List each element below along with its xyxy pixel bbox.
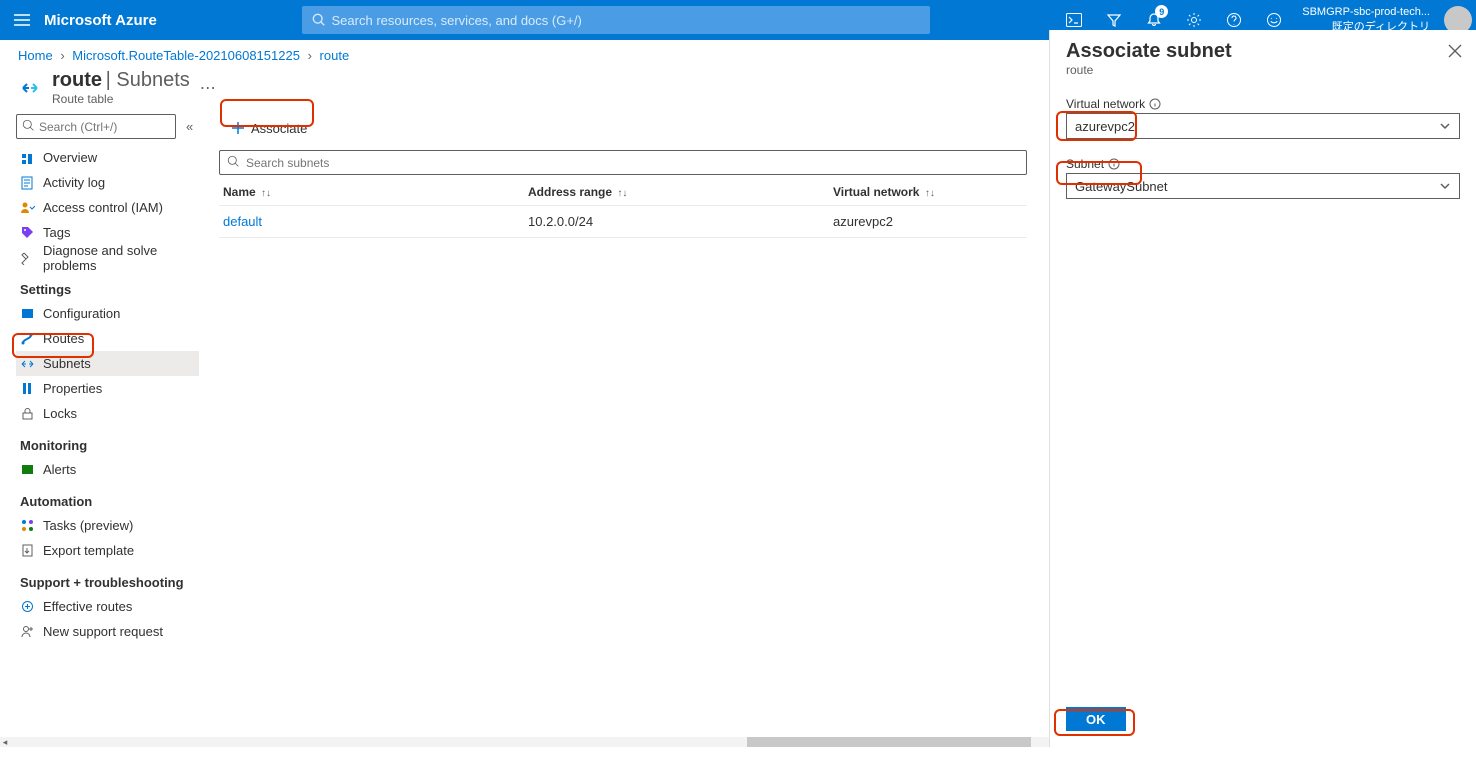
info-icon[interactable]: [1108, 158, 1120, 170]
menu-button[interactable]: [0, 0, 44, 40]
sidebar-item-tasks[interactable]: Tasks (preview): [16, 513, 199, 538]
sidebar-item-new-support[interactable]: New support request: [16, 619, 199, 644]
subnet-value: GatewaySubnet: [1075, 179, 1168, 194]
panel-title: Associate subnet: [1066, 40, 1460, 63]
sidebar-item-locks[interactable]: Locks: [16, 401, 199, 426]
close-icon: [1448, 44, 1462, 58]
global-search[interactable]: [302, 6, 930, 34]
sidebar-item-subnets[interactable]: Subnets: [16, 351, 199, 376]
bc-routetable[interactable]: Microsoft.RouteTable-20210608151225: [72, 48, 300, 63]
panel-subtitle: route: [1066, 63, 1460, 77]
sidebar-item-alerts[interactable]: Alerts: [16, 457, 199, 482]
vn-label: Virtual network: [1066, 97, 1145, 111]
sidebar-item-effective-routes[interactable]: Effective routes: [16, 594, 199, 619]
info-icon[interactable]: [1149, 98, 1161, 110]
sidebar-search-input[interactable]: [16, 114, 176, 139]
sidebar-item-routes[interactable]: Routes: [16, 326, 199, 351]
scroll-left-arrow[interactable]: ◂: [0, 737, 10, 747]
cell-vnet: azurevpc2: [829, 206, 1027, 238]
sidebar-head-automation: Automation: [16, 482, 207, 513]
chevron-down-icon: [1439, 120, 1451, 132]
cell-name[interactable]: default: [219, 206, 524, 238]
search-icon: [227, 155, 240, 171]
associate-subnet-panel: Associate subnet route Virtual network a…: [1049, 30, 1476, 747]
resource-sidebar: « Overview Activity log Access control (…: [0, 108, 207, 775]
search-icon: [312, 13, 326, 27]
cell-addr: 10.2.0.0/24: [524, 206, 829, 238]
more-actions-button[interactable]: ⋯: [200, 78, 216, 98]
vnet-dropdown[interactable]: azurevpc2: [1066, 113, 1460, 139]
collapse-sidebar-button[interactable]: «: [186, 119, 193, 134]
bc-route[interactable]: route: [320, 48, 350, 63]
scrollbar-thumb[interactable]: [747, 737, 1031, 747]
sidebar-item-overview[interactable]: Overview: [16, 145, 199, 170]
sidebar-item-tags[interactable]: Tags: [16, 220, 199, 245]
resource-type: Route table: [52, 92, 190, 106]
col-name[interactable]: Name ↑↓: [219, 179, 524, 206]
sidebar-item-export[interactable]: Export template: [16, 538, 199, 563]
subnets-table: Name ↑↓ Address range ↑↓ Virtual network…: [219, 179, 1027, 238]
vnet-value: azurevpc2: [1075, 119, 1135, 134]
sn-label: Subnet: [1066, 157, 1104, 171]
sidebar-head-monitoring: Monitoring: [16, 426, 207, 457]
sidebar-item-configuration[interactable]: Configuration: [16, 301, 199, 326]
horizontal-scrollbar[interactable]: ◂: [0, 737, 1049, 747]
sidebar-item-properties[interactable]: Properties: [16, 376, 199, 401]
page-section: Subnets: [116, 69, 189, 91]
search-icon: [22, 119, 35, 135]
notif-badge: 9: [1155, 5, 1168, 18]
ok-button[interactable]: OK: [1066, 707, 1126, 731]
col-address[interactable]: Address range ↑↓: [524, 179, 829, 206]
col-vnet[interactable]: Virtual network ↑↓: [829, 179, 1027, 206]
bc-home[interactable]: Home: [18, 48, 53, 63]
brand-label[interactable]: Microsoft Azure: [44, 12, 177, 29]
sidebar-item-iam[interactable]: Access control (IAM): [16, 195, 199, 220]
sidebar-head-settings: Settings: [16, 270, 207, 301]
plus-icon: [231, 121, 245, 135]
associate-button[interactable]: Associate: [219, 114, 319, 142]
page-title: route: [52, 69, 102, 91]
sidebar-head-support: Support + troubleshooting: [16, 563, 207, 594]
sidebar-item-activity-log[interactable]: Activity log: [16, 170, 199, 195]
table-row[interactable]: default 10.2.0.0/24 azurevpc2: [219, 206, 1027, 238]
chevron-down-icon: [1439, 180, 1451, 192]
close-button[interactable]: [1448, 44, 1462, 61]
hamburger-icon: [14, 14, 30, 26]
account-name: SBMGRP-sbc-prod-tech...: [1302, 6, 1430, 18]
subnet-search-input[interactable]: [219, 150, 1027, 175]
route-table-icon: [18, 76, 42, 100]
global-search-input[interactable]: [332, 13, 920, 28]
sidebar-item-diagnose[interactable]: Diagnose and solve problems: [16, 245, 199, 270]
subnet-dropdown[interactable]: GatewaySubnet: [1066, 173, 1460, 199]
